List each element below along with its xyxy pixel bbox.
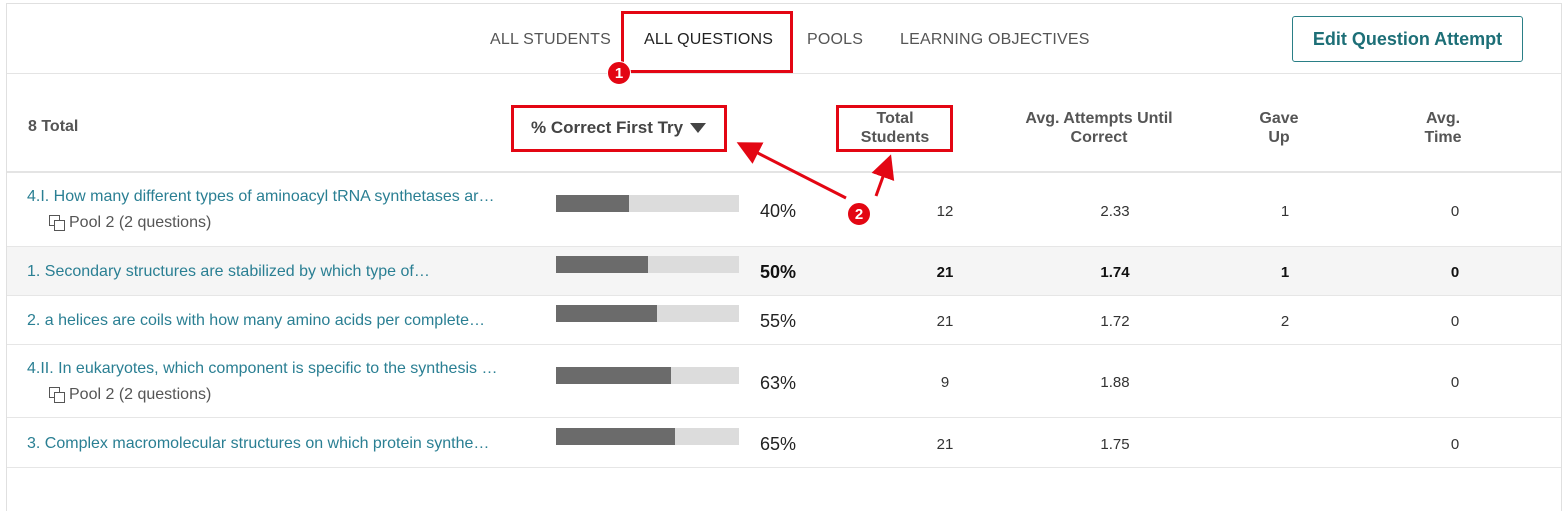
annotation-badge-2: 2 (847, 202, 871, 226)
annotation-badge-1: 1 (607, 61, 631, 85)
annotation-arrows (736, 142, 895, 200)
